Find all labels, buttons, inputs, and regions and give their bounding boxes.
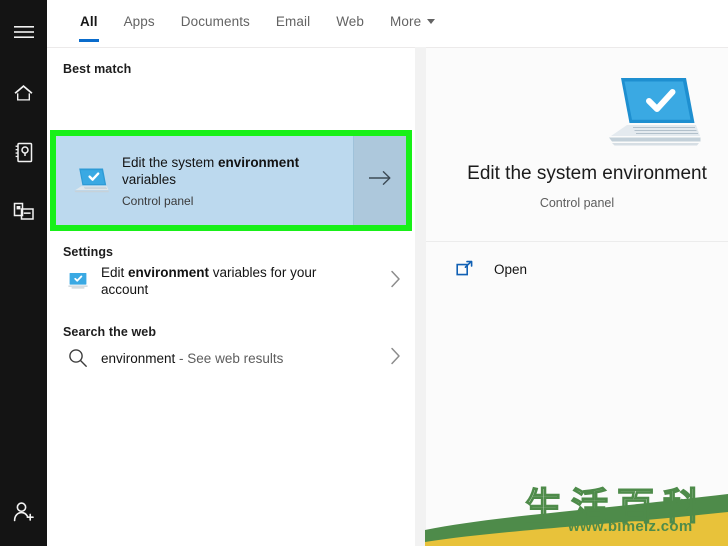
settings-title-prefix: Edit xyxy=(101,265,129,280)
collections-button[interactable] xyxy=(0,188,47,236)
collections-icon xyxy=(13,202,35,222)
best-match-subtitle: Control panel xyxy=(122,193,194,208)
result-preview-pane: Edit the system environment Control pane… xyxy=(426,47,728,546)
arrow-right-icon xyxy=(368,170,392,191)
notebook-icon xyxy=(14,142,34,163)
tab-web-label: Web xyxy=(336,14,365,29)
settings-title-bold: environment xyxy=(128,265,210,280)
tab-more[interactable]: More xyxy=(377,14,448,42)
search-web-query: environment xyxy=(101,350,176,366)
best-match-main[interactable]: Edit the system environment variables Co… xyxy=(56,136,354,225)
search-web-chevron-button[interactable] xyxy=(375,347,415,370)
hamburger-menu-icon xyxy=(13,25,34,39)
person-add-icon xyxy=(12,501,36,523)
tab-more-label: More xyxy=(390,14,422,29)
tab-apps-label: Apps xyxy=(123,14,155,29)
pane-divider xyxy=(415,47,426,546)
search-web-hint: - See web results xyxy=(175,350,284,366)
best-match-title: Edit the system environment variables xyxy=(122,154,322,188)
chevron-right-icon xyxy=(390,270,401,293)
laptop-check-icon xyxy=(68,166,112,196)
settings-result-text: Edit environment variables for your acco… xyxy=(93,264,375,298)
best-match-title-prefix: Edit the system xyxy=(122,154,219,170)
laptop-check-large-icon xyxy=(602,74,702,159)
best-match-result-row[interactable]: Edit the system environment variables Co… xyxy=(56,136,406,225)
best-match-title-bold: environment xyxy=(218,154,300,170)
search-web-result-title: environment - See web results xyxy=(101,350,363,367)
home-button[interactable] xyxy=(0,68,47,116)
search-filter-tabs: All Apps Documents Email Web More xyxy=(47,0,728,47)
search-icon xyxy=(63,348,93,368)
preview-subtitle: Control panel xyxy=(539,196,615,210)
home-icon xyxy=(13,83,34,102)
best-match-highlight-box: Edit the system environment variables Co… xyxy=(50,130,412,231)
chevron-down-icon xyxy=(427,18,436,24)
chevron-right-icon xyxy=(390,347,401,370)
tab-all[interactable]: All xyxy=(67,14,111,42)
best-match-heading: Best match xyxy=(63,62,132,76)
left-navigation-rail xyxy=(0,0,47,546)
open-external-icon xyxy=(456,260,482,278)
search-web-result-row[interactable]: environment - See web results xyxy=(47,336,415,380)
tab-email-label: Email xyxy=(275,14,311,29)
windows-search-flyout: All Apps Documents Email Web More Best m… xyxy=(0,0,728,546)
tab-apps[interactable]: Apps xyxy=(111,14,168,42)
add-account-button[interactable] xyxy=(0,488,47,536)
search-web-result-text: environment - See web results xyxy=(93,350,375,367)
preview-title: Edit the system environment xyxy=(467,163,707,184)
best-match-text: Edit the system environment variables Co… xyxy=(112,154,322,208)
best-match-open-arrow-button[interactable] xyxy=(354,136,406,225)
monitor-check-icon xyxy=(63,271,93,291)
preview-open-label: Open xyxy=(494,261,528,277)
hamburger-menu-button[interactable] xyxy=(0,8,47,56)
settings-result-chevron-button[interactable] xyxy=(375,270,415,293)
tab-documents-label: Documents xyxy=(180,14,250,29)
notebook-button[interactable] xyxy=(0,128,47,176)
preview-open-action[interactable]: Open xyxy=(426,242,728,296)
tab-web[interactable]: Web xyxy=(323,14,377,42)
search-results-pane: Best match Edit the system environment v… xyxy=(47,47,415,546)
tab-documents[interactable]: Documents xyxy=(168,14,263,42)
tab-email[interactable]: Email xyxy=(263,14,323,42)
best-match-title-suffix: variables xyxy=(122,171,177,187)
preview-hero: Edit the system environment Control pane… xyxy=(426,48,728,241)
tab-all-label: All xyxy=(80,14,98,29)
settings-result-title: Edit environment variables for your acco… xyxy=(101,264,363,298)
settings-result-row[interactable]: Edit environment variables for your acco… xyxy=(47,254,415,308)
